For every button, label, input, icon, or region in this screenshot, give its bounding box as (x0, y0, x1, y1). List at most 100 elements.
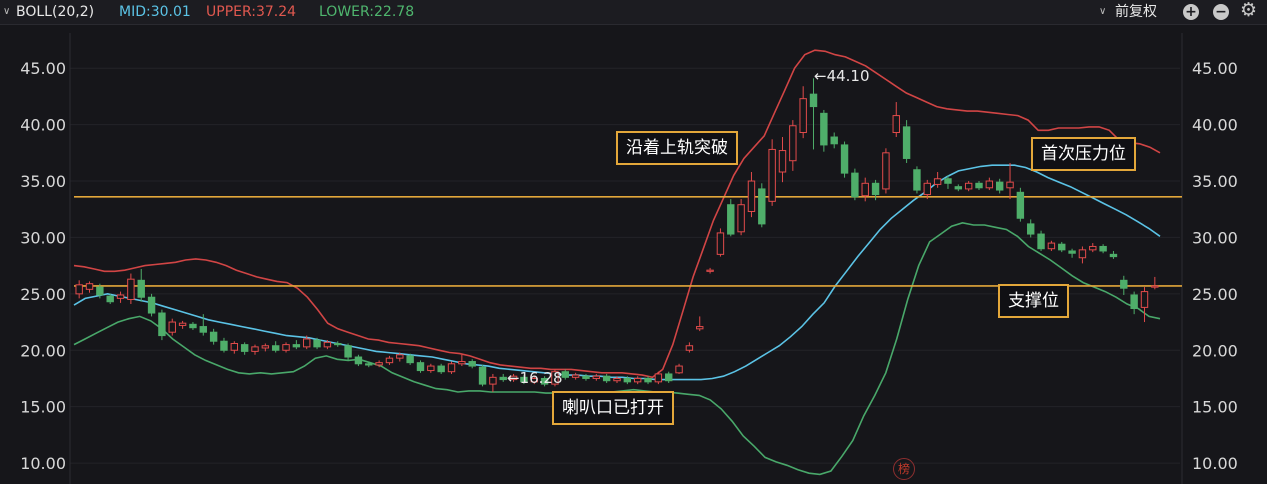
gear-icon[interactable]: ⚙ (1240, 1, 1257, 20)
adjust-dropdown[interactable]: 前复权 (1115, 3, 1157, 21)
candle (251, 344, 259, 355)
candle-body (251, 346, 259, 352)
candle-body (902, 126, 911, 159)
candle (1140, 287, 1149, 323)
candle (778, 137, 787, 183)
candle-body (789, 125, 797, 162)
candle (344, 343, 352, 361)
candle-body (468, 361, 476, 367)
candle-body (1089, 245, 1097, 251)
indicator-label[interactable]: BOLL(20,2) (16, 3, 94, 21)
candle (499, 373, 507, 382)
candle-body (809, 93, 818, 108)
candle-body (137, 279, 145, 298)
candle (561, 369, 569, 380)
candle (189, 322, 197, 330)
y-tick-label-right: 20.00 (1192, 341, 1238, 360)
candle (902, 120, 911, 163)
chevron-down-icon[interactable]: ∨ (1099, 3, 1106, 21)
candle-body (220, 340, 228, 351)
support-annotation: 支撑位 (998, 284, 1069, 318)
candle (416, 360, 425, 373)
y-tick-label-left: 35.00 (20, 172, 66, 191)
candle-body (861, 182, 869, 197)
candle (737, 199, 745, 236)
candle (178, 320, 187, 329)
candle-body (913, 169, 921, 191)
candle (282, 342, 290, 353)
candle-body (571, 374, 580, 378)
candle-body (737, 204, 745, 233)
chevron-down-icon[interactable]: ∨ (3, 3, 10, 21)
y-tick-label-left: 10.00 (20, 454, 66, 473)
upper-band-line (73, 49, 1161, 379)
candle (954, 184, 963, 192)
zoom-in-icon[interactable]: + (1183, 4, 1199, 20)
candle-body (696, 326, 704, 330)
candle (675, 363, 683, 374)
candle (1099, 244, 1107, 254)
candle (1120, 275, 1128, 295)
candle (354, 354, 363, 367)
candle-body (675, 365, 683, 374)
y-tick-label-right: 45.00 (1192, 59, 1238, 78)
candle (716, 228, 725, 257)
candle-body (706, 269, 714, 272)
candle-body (158, 312, 166, 337)
candle-body (1120, 279, 1128, 289)
candle (840, 141, 849, 178)
candle-body (344, 345, 352, 358)
candle-body (768, 148, 776, 202)
candle-body (354, 356, 363, 365)
candle (116, 291, 125, 303)
candle-body (489, 376, 497, 385)
candle (209, 328, 218, 345)
candle-body (820, 112, 828, 146)
candle (964, 181, 973, 192)
candle (747, 172, 756, 218)
horn-annotation: 喇叭口已打开 (552, 391, 674, 425)
candle-body (96, 286, 104, 296)
candle-body (365, 363, 373, 366)
candle (1130, 291, 1138, 315)
candle (1058, 241, 1066, 253)
candle-body (985, 180, 994, 189)
candle-body (633, 377, 642, 383)
candle (1016, 187, 1025, 222)
candle-body (416, 362, 425, 372)
candle-body (240, 344, 249, 352)
candle-body (478, 366, 487, 385)
candle-body (830, 136, 838, 145)
candle (892, 102, 900, 138)
candle-body (923, 182, 931, 196)
candle (633, 376, 642, 385)
candle-body (1068, 250, 1076, 254)
candle-body (1078, 249, 1087, 259)
candle-body (623, 377, 632, 383)
lower-value: LOWER:22.78 (319, 4, 415, 20)
candle-body (613, 377, 621, 382)
zoom-out-icon[interactable]: − (1213, 4, 1229, 20)
candle-body (882, 152, 890, 190)
candle (85, 281, 94, 293)
y-tick-label-left: 15.00 (20, 398, 66, 417)
candle-body (716, 232, 725, 255)
y-tick-label-right: 30.00 (1192, 228, 1238, 247)
y-tick-label-right: 10.00 (1192, 454, 1238, 473)
candle-body (282, 344, 290, 351)
y-tick-label-right: 35.00 (1192, 172, 1238, 191)
candle (706, 267, 714, 274)
candle-body (437, 365, 445, 373)
y-tick-label-right: 15.00 (1192, 398, 1238, 417)
candle (127, 273, 135, 304)
candle-body (385, 357, 394, 364)
candle (1068, 248, 1076, 258)
candle (427, 363, 435, 373)
candle-body (592, 375, 601, 379)
mid-value: MID:30.01 (119, 4, 191, 20)
candle-body (85, 283, 94, 290)
candle-body (602, 375, 611, 382)
candle-body (199, 326, 207, 333)
candle-body (1109, 253, 1118, 258)
y-tick-label-left: 30.00 (20, 228, 66, 247)
